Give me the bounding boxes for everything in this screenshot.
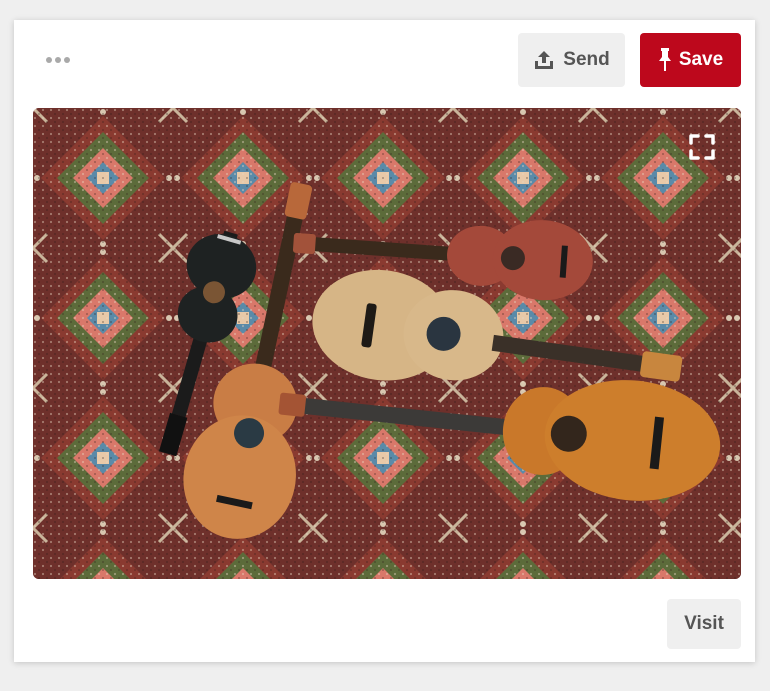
pushpin-icon <box>658 48 671 71</box>
send-label: Send <box>563 49 610 70</box>
more-dots-icon <box>46 57 52 63</box>
expand-fullscreen-icon <box>689 134 715 160</box>
send-button[interactable]: Send <box>518 33 625 87</box>
more-options-button[interactable] <box>38 48 78 72</box>
save-label: Save <box>678 49 724 70</box>
pin-card: Send Save Visit <box>14 20 755 662</box>
ukuleles-on-rug-photo <box>33 108 741 579</box>
share-upload-icon <box>535 51 554 69</box>
pin-image[interactable] <box>33 108 741 579</box>
expand-button[interactable] <box>687 132 717 162</box>
visit-button[interactable]: Visit <box>667 599 741 649</box>
visit-label: Visit <box>684 613 724 634</box>
save-button[interactable]: Save <box>640 33 741 87</box>
